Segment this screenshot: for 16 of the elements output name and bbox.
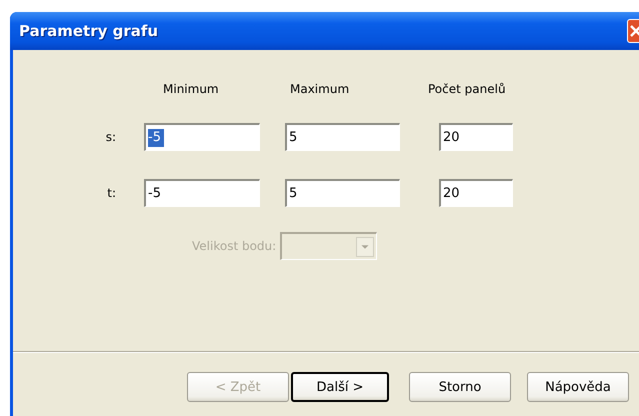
column-header: Minimum <box>163 82 220 96</box>
row-label: s: <box>106 129 116 146</box>
dialog-button[interactable]: Nápověda <box>527 372 629 402</box>
input-field[interactable]: 20 <box>439 123 513 151</box>
column-header: Maximum <box>290 82 350 96</box>
row-label: t: <box>107 185 116 202</box>
input-field[interactable]: 5 <box>285 123 400 151</box>
dialog-button[interactable]: Storno <box>409 372 511 402</box>
point-size-label: Velikost bodu: <box>192 239 276 253</box>
input-field[interactable]: -5 <box>144 179 260 207</box>
column-header: Počet panelů <box>428 82 507 96</box>
input-field[interactable]: -5 <box>144 123 260 151</box>
input-field[interactable]: 20 <box>439 179 513 207</box>
dialog-button[interactable]: Další > <box>291 372 389 402</box>
input-field[interactable]: 5 <box>285 179 400 207</box>
window-title: Parametry grafu <box>19 22 158 40</box>
